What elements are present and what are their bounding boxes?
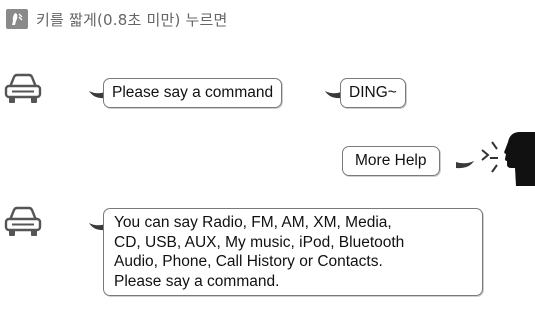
- bubble-tail: [456, 161, 474, 169]
- response-line: Please say a command.: [114, 272, 280, 290]
- instruction-line: 키를 짧게(0.8초 미만) 누르면: [6, 8, 227, 30]
- beep-bubble: DING~: [340, 78, 406, 108]
- response-line: CD, USB, AUX, My music, iPod, Bluetooth: [114, 233, 405, 251]
- car-icon: [3, 72, 43, 106]
- response-line: You can say Radio, FM, AM, XM, Media,: [114, 214, 392, 231]
- response-line: Audio, Phone, Call History or Contacts.: [114, 253, 383, 270]
- system-prompt-bubble: Please say a command: [103, 78, 283, 108]
- system-prompt-text: Please say a command: [112, 84, 274, 101]
- user-command-bubble: More Help: [342, 146, 440, 176]
- instruction-text: 키를 짧게(0.8초 미만) 누르면: [36, 10, 228, 29]
- beep-text: DING~: [349, 84, 397, 101]
- talk-key-icon: [6, 9, 28, 29]
- speaking-person-icon: [476, 128, 535, 194]
- car-icon: [3, 205, 43, 239]
- user-command-text: More Help: [355, 152, 427, 169]
- system-response-bubble: You can say Radio, FM, AM, XM, Media, CD…: [103, 208, 483, 296]
